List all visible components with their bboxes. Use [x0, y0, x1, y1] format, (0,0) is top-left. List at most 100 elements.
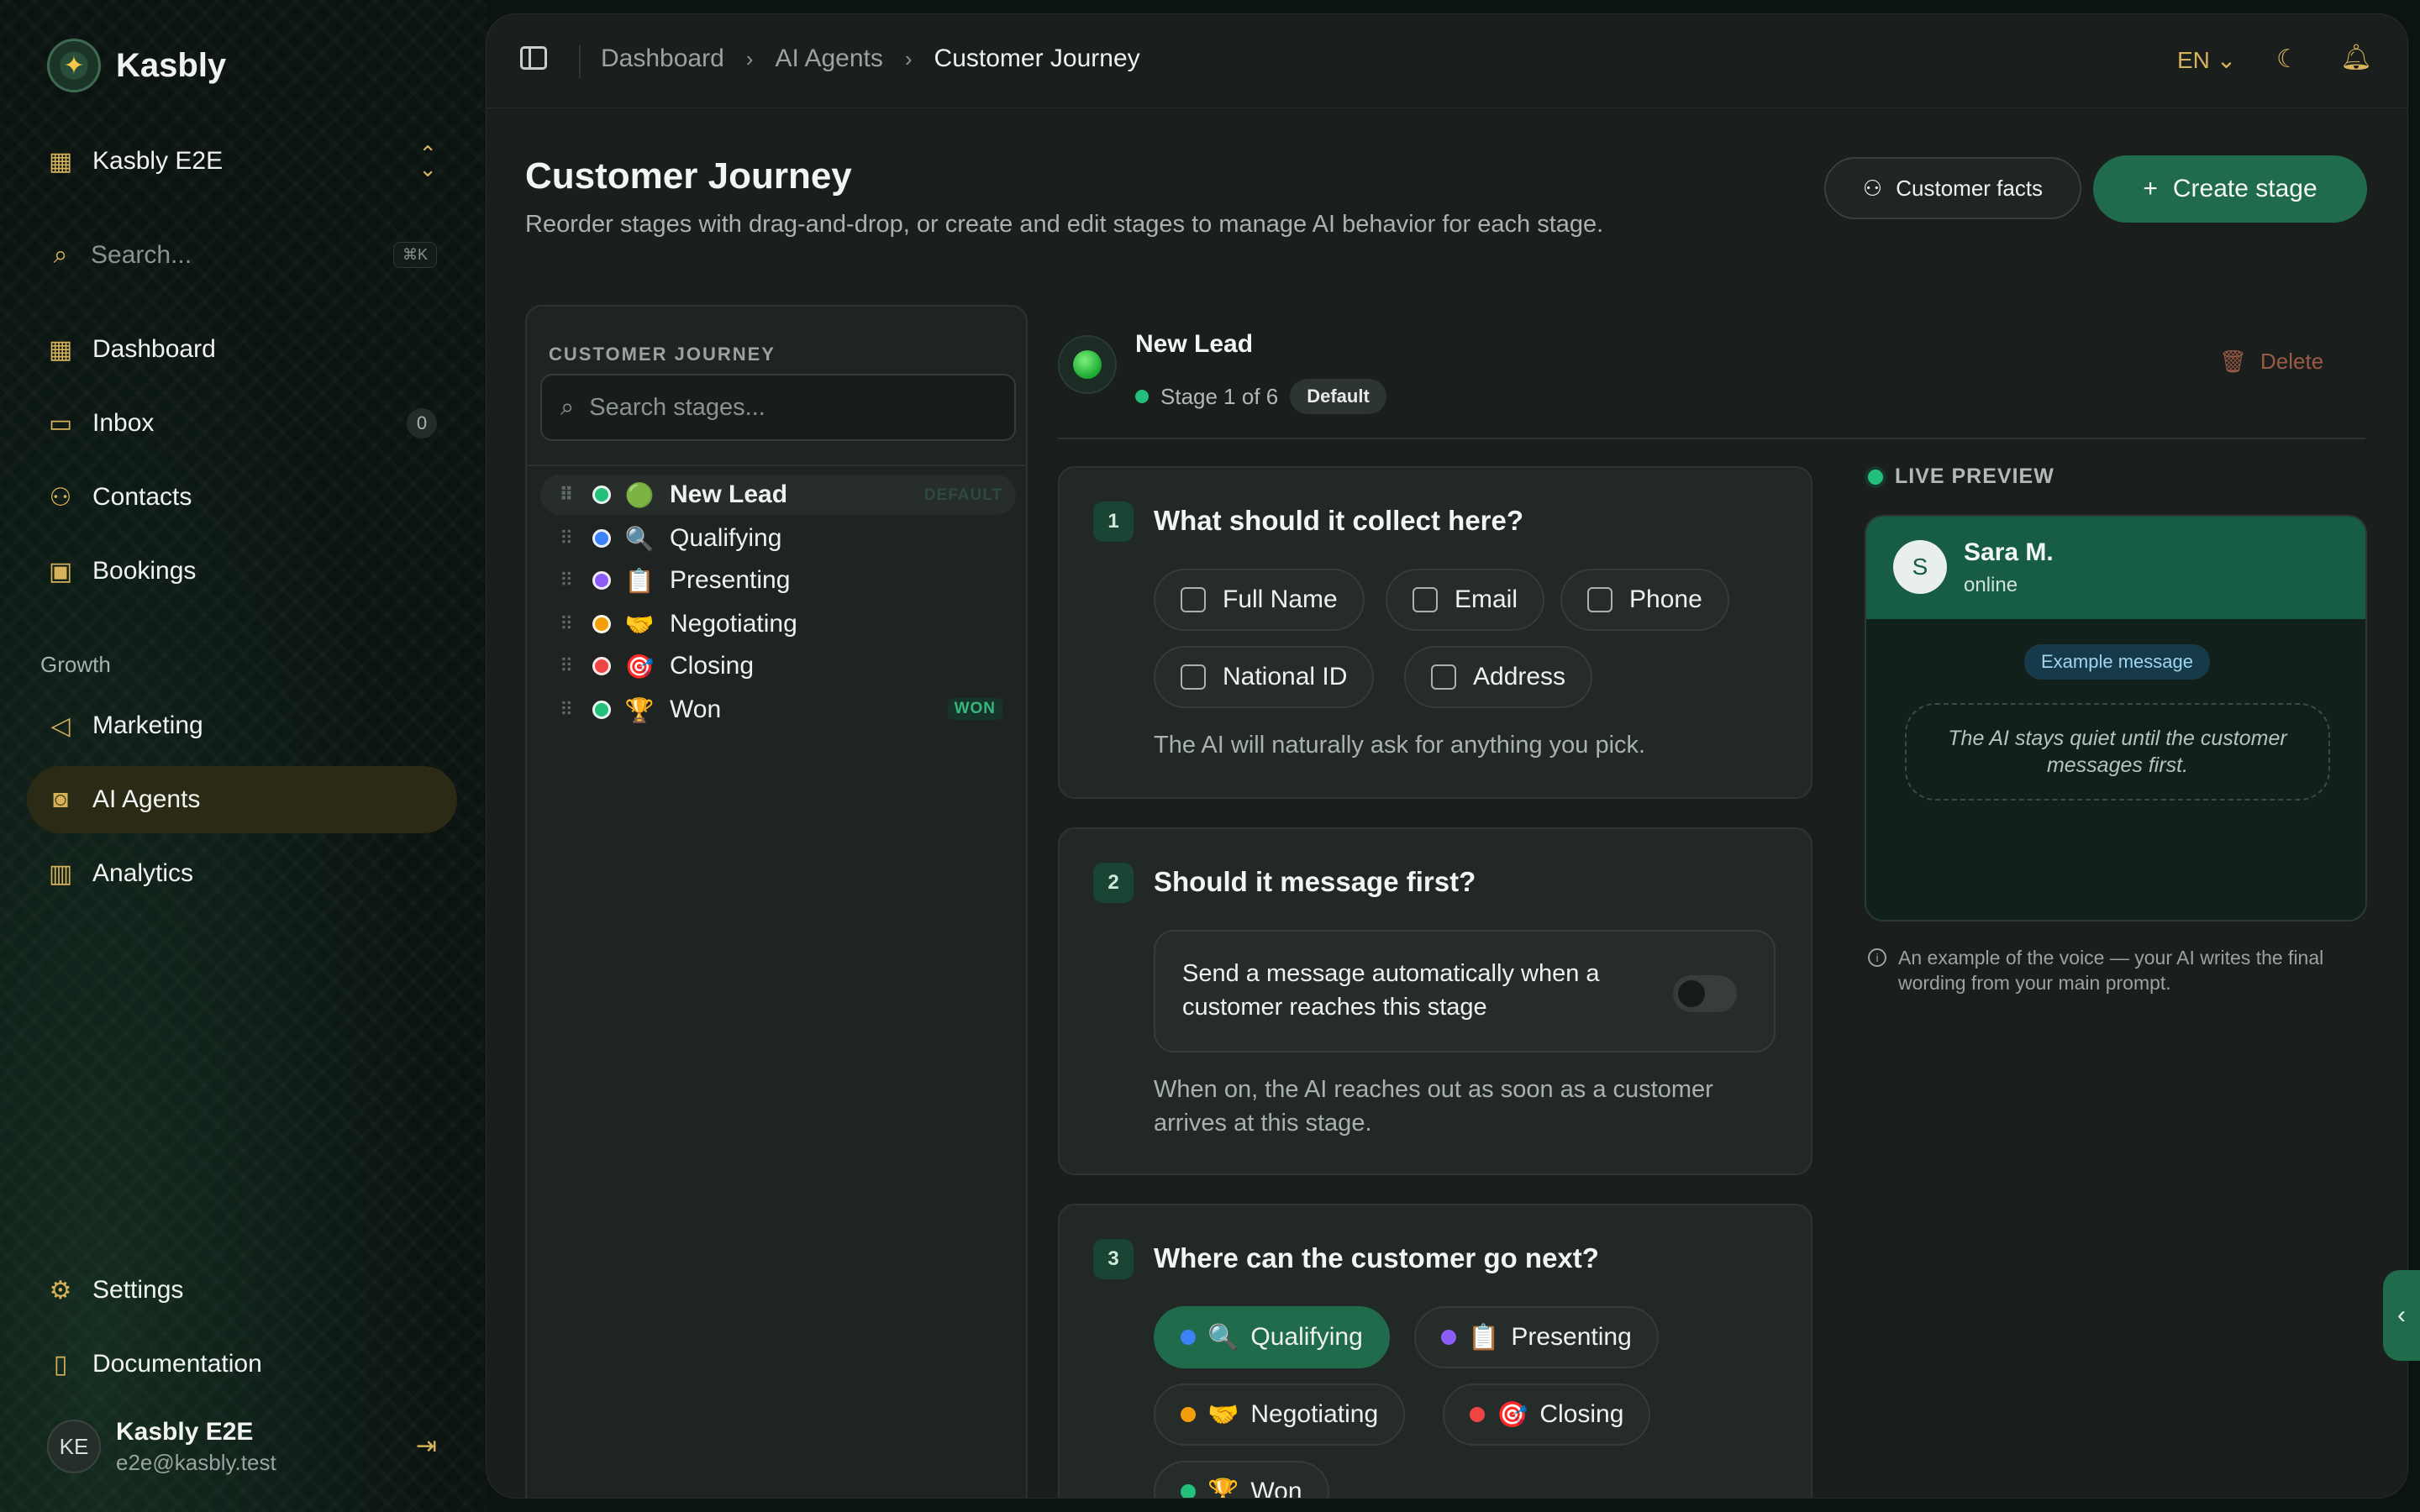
stage-label: New Lead	[670, 480, 788, 508]
stage-label: Closing	[670, 652, 755, 680]
checkbox[interactable]	[1181, 587, 1206, 612]
stage-item-presenting[interactable]: ⠿ 📋 Presenting	[540, 560, 1016, 601]
calendar-icon: ▣	[48, 557, 73, 585]
stage-emoji: 🤝	[624, 611, 655, 638]
stage-emoji-badge	[1058, 335, 1117, 394]
stage-emoji: 🏆	[624, 696, 655, 723]
sidebar-item-label: Dashboard	[92, 335, 216, 363]
sidebar-search[interactable]: ⌕ Search... ⌘K	[47, 235, 437, 276]
search-shortcut: ⌘K	[392, 242, 437, 268]
breadcrumb-dashboard[interactable]: Dashboard	[601, 45, 724, 73]
green-circle-icon	[1073, 350, 1102, 379]
customer-facts-button[interactable]: ⚇ Customer facts	[1824, 157, 2081, 219]
workspace-switcher[interactable]: ▦ Kasbly E2E ⌃ ⌄	[47, 141, 437, 181]
step-number: 1	[1093, 501, 1134, 542]
drag-handle-icon[interactable]: ⠿	[549, 655, 582, 677]
stage-item-won[interactable]: ⠿ 🏆 Won WON	[540, 690, 1016, 730]
plus-icon: +	[2143, 175, 2158, 202]
live-dot	[1868, 469, 1883, 485]
sidebar-item-bookings[interactable]: ▣ Bookings	[27, 538, 457, 605]
checkbox[interactable]	[1431, 664, 1456, 690]
workspace-name: Kasbly E2E	[92, 147, 224, 175]
user-profile[interactable]: KE Kasbly E2E e2e@kasbly.test ⇥	[47, 1416, 437, 1477]
sidebar-search-placeholder: Search...	[91, 241, 192, 269]
bell-icon[interactable]: 🔔︎	[2340, 43, 2372, 72]
stage-item-closing[interactable]: ⠿ 🎯 Closing	[540, 646, 1016, 686]
stage-item-negotiating[interactable]: ⠿ 🤝 Negotiating	[540, 604, 1016, 644]
sidebar-item-inbox[interactable]: ▭ Inbox 0	[27, 390, 457, 457]
logout-icon[interactable]: ⇥	[416, 1431, 437, 1461]
next-stage-option-won[interactable]: 🏆 Won	[1154, 1461, 1329, 1499]
sidebar-item-dashboard[interactable]: ▦ Dashboard	[27, 316, 457, 383]
chevron-right-icon: ›	[745, 45, 754, 71]
breadcrumb-ai-agents[interactable]: AI Agents	[775, 45, 882, 73]
option-label: Won	[1250, 1478, 1302, 1499]
card-title: Where can the customer go next?	[1154, 1242, 1599, 1273]
language-selector[interactable]: EN ⌄	[2177, 46, 2236, 74]
sidebar-item-settings[interactable]: ⚙ Settings	[27, 1257, 457, 1324]
inbox-count-badge: 0	[407, 408, 437, 438]
stage-color-dot	[592, 529, 611, 548]
step-number: 3	[1093, 1239, 1134, 1279]
next-stage-option-presenting[interactable]: 📋 Presenting	[1414, 1306, 1659, 1368]
drag-handle-icon[interactable]: ⠿	[549, 613, 582, 635]
avatar: S	[1893, 540, 1947, 594]
sidebar-toggle-icon[interactable]	[520, 46, 547, 70]
next-stage-option-qualifying[interactable]: 🔍 Qualifying	[1154, 1306, 1390, 1368]
field-label: National ID	[1223, 663, 1348, 690]
contact-name: Sara M.	[1964, 538, 2054, 566]
field-chip-address[interactable]: Address	[1404, 646, 1593, 708]
chevron-up-down-icon: ⌃ ⌄	[418, 141, 437, 181]
sidebar-item-ai-agents[interactable]: ◙ AI Agents	[27, 766, 457, 833]
stage-item-qualifying[interactable]: ⠿ 🔍 Qualifying	[540, 518, 1016, 559]
option-label: Negotiating	[1250, 1400, 1379, 1428]
search-icon: ⌕	[560, 393, 575, 421]
divider	[579, 45, 581, 78]
sidebar-item-marketing[interactable]: ◁ Marketing	[27, 692, 457, 759]
customer-facts-label: Customer facts	[1896, 175, 2044, 201]
drag-handle-icon[interactable]: ⠿	[549, 528, 582, 549]
next-stage-option-closing[interactable]: 🎯 Closing	[1443, 1383, 1651, 1446]
auto-message-switch[interactable]	[1673, 975, 1737, 1012]
stage-item-new-lead[interactable]: ⠿ 🟢 New Lead DEFAULT	[540, 475, 1016, 515]
megaphone-icon: ◁	[50, 711, 71, 740]
building-icon: ▦	[48, 147, 73, 176]
drag-handle-icon[interactable]: ⠿	[549, 484, 582, 506]
sidebar-item-documentation[interactable]: ▯ Documentation	[27, 1331, 457, 1398]
drag-handle-icon[interactable]: ⠿	[549, 570, 582, 591]
checkbox[interactable]	[1587, 587, 1612, 612]
example-message-badge: Example message	[2024, 644, 2210, 680]
field-chip-phone[interactable]: Phone	[1560, 569, 1729, 631]
stage-emoji: 🎯	[624, 653, 655, 680]
users-icon: ⚇	[1862, 175, 1883, 201]
stage-search-input[interactable]: ⌕ Search stages...	[540, 374, 1016, 441]
stage-color-dot	[592, 486, 611, 504]
language-code: EN	[2177, 47, 2210, 73]
collapse-panel-button[interactable]: ‹	[2383, 1270, 2420, 1361]
stage-emoji: 🟢	[624, 481, 655, 508]
live-preview-window: S Sara M. online Example message The AI …	[1865, 515, 2367, 921]
stage-label: Won	[670, 696, 722, 723]
sidebar-item-label: Analytics	[92, 859, 194, 887]
auto-message-toggle-row[interactable]: Send a message automatically when a cust…	[1154, 930, 1776, 1053]
sidebar-item-contacts[interactable]: ⚇ Contacts	[27, 464, 457, 531]
option-label: Qualifying	[1250, 1323, 1363, 1351]
stage-color-dot	[592, 701, 611, 719]
checkbox[interactable]	[1413, 587, 1438, 612]
field-chip-national-id[interactable]: National ID	[1154, 646, 1375, 708]
delete-stage-button[interactable]: 🗑︎ Delete	[2219, 349, 2323, 375]
stage-color-dot	[592, 615, 611, 633]
brand-logo[interactable]: ✦ Kasbly	[47, 39, 226, 92]
field-chip-email[interactable]: Email	[1386, 569, 1545, 631]
moon-icon[interactable]: ☾	[2276, 45, 2299, 74]
page-title: Customer Journey	[525, 155, 852, 197]
example-message: The AI stays quiet until the customer me…	[1905, 703, 2330, 801]
next-stage-option-negotiating[interactable]: 🤝 Negotiating	[1154, 1383, 1406, 1446]
create-stage-button[interactable]: + Create stage	[2093, 155, 2367, 223]
checkbox[interactable]	[1181, 664, 1206, 690]
sidebar-item-analytics[interactable]: ▥ Analytics	[27, 840, 457, 907]
stage-list-panel: CUSTOMER JOURNEY ⌕ Search stages... ⠿ 🟢 …	[525, 305, 1028, 1498]
field-chip-full-name[interactable]: Full Name	[1154, 569, 1365, 631]
stage-position: Stage 1 of 6	[1160, 383, 1279, 409]
drag-handle-icon[interactable]: ⠿	[549, 699, 582, 721]
